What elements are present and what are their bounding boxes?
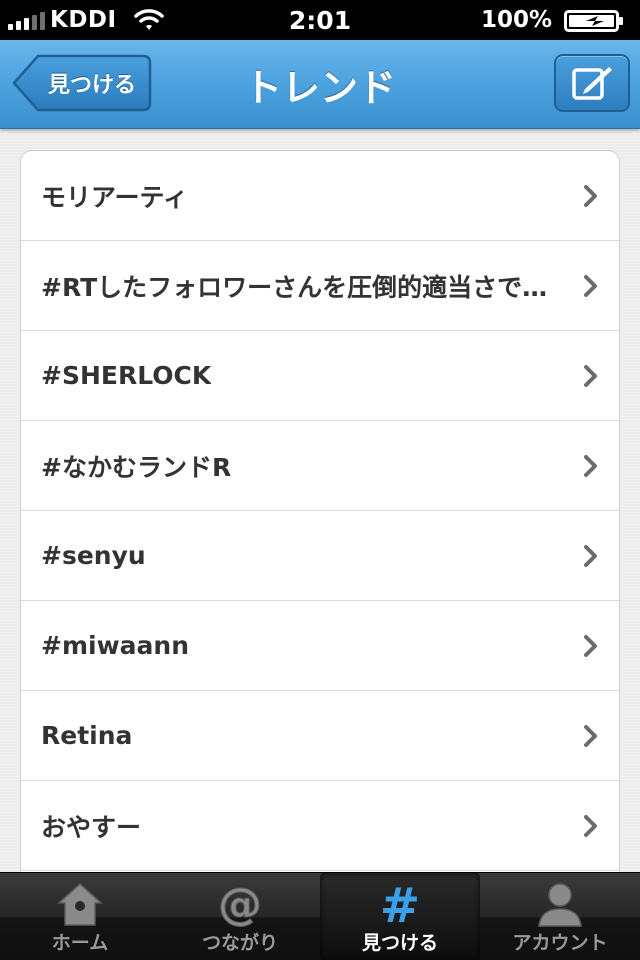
trend-label: #なかむランドR — [41, 452, 232, 482]
chevron-right-icon — [584, 455, 597, 477]
battery-icon — [564, 10, 626, 36]
tab-label: アカウント — [512, 932, 608, 954]
chevron-right-icon — [584, 275, 597, 297]
trend-label: #RTしたフォロワーさんを圧倒的適当さで紹介 — [41, 272, 563, 302]
trend-label: #SHERLOCK — [41, 361, 212, 390]
chevron-right-icon — [584, 725, 597, 747]
trend-row[interactable]: #senyu — [21, 511, 619, 601]
chevron-right-icon — [584, 635, 597, 657]
tab-bar: ホーム @ つながり # 見つける アカウント — [0, 872, 640, 960]
navigation-bar: 見つける トレンド — [0, 40, 640, 129]
trend-label: おやすー — [41, 812, 142, 842]
tab-label: つながり — [201, 932, 278, 954]
svg-text:@: @ — [218, 881, 262, 927]
back-button-label: 見つける — [47, 73, 136, 98]
chevron-right-icon — [584, 185, 597, 207]
trend-row[interactable]: モリアーティ — [21, 151, 619, 241]
compose-button[interactable] — [554, 54, 630, 112]
trend-label: Retina — [41, 721, 133, 750]
tab-connect[interactable]: @ つながり — [160, 873, 320, 960]
trend-row[interactable]: #SHERLOCK — [21, 331, 619, 421]
tab-home[interactable]: ホーム — [0, 873, 160, 960]
trend-row[interactable]: Retina — [21, 691, 619, 781]
person-icon — [538, 883, 582, 927]
chevron-right-icon — [584, 365, 597, 387]
hash-icon: # — [380, 881, 420, 927]
battery-percentage: 100% — [480, 7, 552, 33]
chevron-right-icon — [584, 815, 597, 837]
home-icon — [57, 882, 103, 926]
chevron-right-icon — [584, 545, 597, 567]
compose-icon — [572, 67, 612, 100]
trend-row[interactable]: #RTしたフォロワーさんを圧倒的適当さで紹介 — [21, 241, 619, 331]
tab-account[interactable]: アカウント — [480, 873, 640, 960]
svg-text:#: # — [380, 881, 420, 927]
trend-row[interactable]: おやすー — [21, 781, 619, 871]
trend-label: #senyu — [41, 541, 146, 570]
tab-label: ホーム — [51, 932, 109, 954]
trend-row[interactable]: #なかむランドR — [21, 421, 619, 511]
page-title: トレンド — [243, 65, 396, 110]
tab-label: 見つける — [361, 932, 438, 954]
app-screen: KDDI 2:01 100% 見つける トレンド モリアーティ #RTしたフォロ… — [0, 0, 640, 960]
status-bar: KDDI 2:01 100% — [0, 0, 640, 40]
back-button[interactable]: 見つける — [12, 54, 152, 112]
tab-discover[interactable]: # 見つける — [320, 873, 480, 960]
trend-row[interactable]: #miwaann — [21, 601, 619, 691]
trend-label: モリアーティ — [41, 182, 189, 212]
trends-list: モリアーティ #RTしたフォロワーさんを圧倒的適当さで紹介 #SHERLOCK … — [20, 150, 620, 910]
at-icon: @ — [218, 881, 263, 927]
trend-label: #miwaann — [41, 631, 189, 660]
